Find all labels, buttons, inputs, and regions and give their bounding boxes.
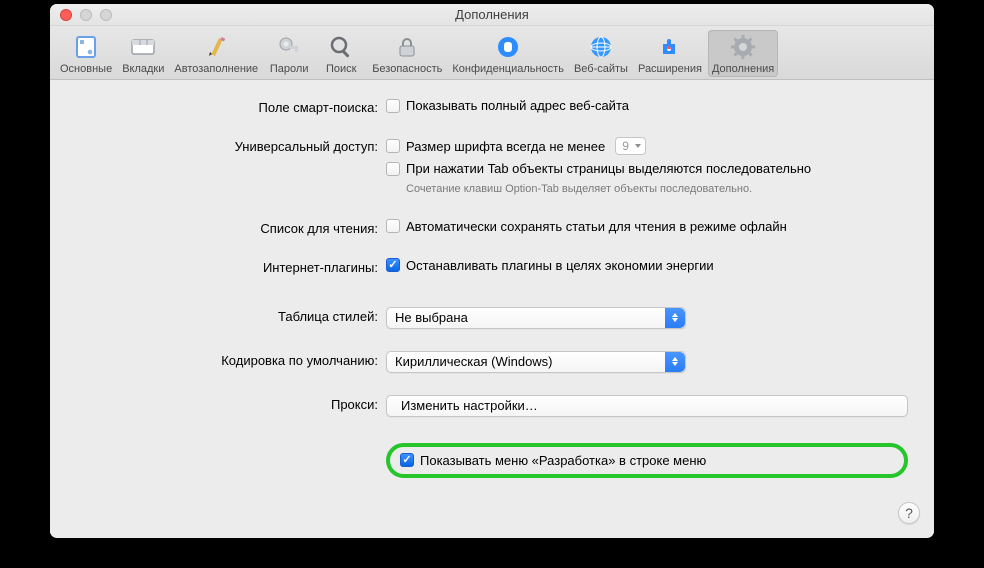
- hint-tab: Сочетание клавиш Option-Tab выделяет объ…: [406, 182, 908, 197]
- general-icon: [72, 33, 100, 61]
- close-window-button[interactable]: [60, 9, 72, 21]
- content-area: Поле смарт-поиска: Показывать полный адр…: [50, 80, 934, 534]
- checkbox-full-address[interactable]: [386, 99, 400, 113]
- toolbar-item-autofill[interactable]: Автозаполнение: [170, 30, 262, 77]
- chevron-updown-icon: [665, 352, 685, 372]
- toolbar-item-security[interactable]: Безопасность: [368, 30, 446, 77]
- websites-icon: [587, 33, 615, 61]
- toolbar-label: Поиск: [326, 63, 356, 75]
- popup-value: Кириллическая (Windows): [395, 354, 553, 369]
- search-icon: [327, 33, 355, 61]
- checkbox-label: Показывать полный адрес веб-сайта: [406, 98, 629, 113]
- label-stylesheet: Таблица стилей:: [76, 307, 386, 324]
- label-accessibility: Универсальный доступ:: [76, 137, 386, 154]
- toolbar-label: Автозаполнение: [174, 63, 258, 75]
- checkbox-stop-plugins[interactable]: [386, 258, 400, 272]
- zoom-window-button[interactable]: [100, 9, 112, 21]
- label-smart-search: Поле смарт-поиска:: [76, 98, 386, 115]
- passwords-icon: [275, 33, 303, 61]
- label-plugins: Интернет-плагины:: [76, 258, 386, 275]
- checkbox-label: Показывать меню «Разработка» в строке ме…: [420, 453, 706, 468]
- toolbar-item-general[interactable]: Основные: [56, 30, 116, 77]
- popup-encoding[interactable]: Кириллическая (Windows): [386, 351, 686, 373]
- checkbox-min-font[interactable]: [386, 139, 400, 153]
- button-change-proxy-settings[interactable]: Изменить настройки…: [386, 395, 908, 417]
- advanced-icon: [729, 33, 757, 61]
- autofill-icon: [202, 33, 230, 61]
- chevron-updown-icon: [665, 308, 685, 328]
- toolbar-item-search[interactable]: Поиск: [316, 30, 366, 77]
- toolbar-label: Дополнения: [712, 63, 774, 75]
- tabs-icon: [129, 33, 157, 61]
- toolbar-label: Веб-сайты: [574, 63, 628, 75]
- label-reading-list: Список для чтения:: [76, 219, 386, 236]
- toolbar-label: Основные: [60, 63, 112, 75]
- preferences-window: Дополнения Основные Вкладки Автозаполнен…: [50, 4, 934, 538]
- toolbar-item-websites[interactable]: Веб-сайты: [570, 30, 632, 77]
- help-button-label: ?: [905, 505, 913, 521]
- toolbar-label: Расширения: [638, 63, 702, 75]
- extensions-icon: [656, 33, 684, 61]
- label-proxies: Прокси:: [76, 395, 386, 412]
- toolbar-item-tabs[interactable]: Вкладки: [118, 30, 168, 77]
- toolbar-label: Конфиденциальность: [452, 63, 564, 75]
- toolbar-label: Вкладки: [122, 63, 164, 75]
- checkbox-label: Размер шрифта всегда не менее: [406, 139, 605, 154]
- window-title: Дополнения: [50, 7, 934, 22]
- toolbar-label: Пароли: [270, 63, 309, 75]
- checkbox-show-develop-menu[interactable]: [400, 453, 414, 467]
- toolbar-item-extensions[interactable]: Расширения: [634, 30, 706, 77]
- highlight-ring: Показывать меню «Разработка» в строке ме…: [386, 443, 908, 478]
- button-label: Изменить настройки…: [401, 398, 538, 413]
- toolbar-item-passwords[interactable]: Пароли: [264, 30, 314, 77]
- popup-value: Не выбрана: [395, 310, 468, 325]
- checkbox-label: Автоматически сохранять статьи для чтени…: [406, 219, 787, 234]
- checkbox-auto-save-offline[interactable]: [386, 219, 400, 233]
- label-encoding: Кодировка по умолчанию:: [76, 351, 386, 368]
- privacy-icon: [494, 33, 522, 61]
- toolbar: Основные Вкладки Автозаполнение Пароли П: [50, 26, 934, 80]
- titlebar: Дополнения: [50, 4, 934, 26]
- toolbar-item-privacy[interactable]: Конфиденциальность: [448, 30, 568, 77]
- traffic-lights: [50, 9, 112, 21]
- toolbar-item-advanced[interactable]: Дополнения: [708, 30, 778, 77]
- popup-stylesheet[interactable]: Не выбрана: [386, 307, 686, 329]
- toolbar-label: Безопасность: [372, 63, 442, 75]
- security-icon: [393, 33, 421, 61]
- minimize-window-button[interactable]: [80, 9, 92, 21]
- help-button[interactable]: ?: [898, 502, 920, 524]
- checkbox-label: Останавливать плагины в целях экономии э…: [406, 258, 714, 273]
- select-min-font-size[interactable]: 9: [615, 137, 646, 155]
- checkbox-label: При нажатии Tab объекты страницы выделяю…: [406, 161, 811, 176]
- checkbox-tab-highlight[interactable]: [386, 162, 400, 176]
